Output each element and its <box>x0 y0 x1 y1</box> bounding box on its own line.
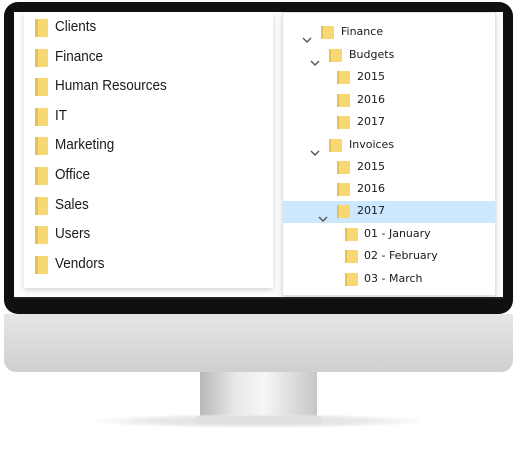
tree-node-invoices[interactable]: Invoices <box>283 135 495 157</box>
tree-node-label: Budgets <box>349 48 395 61</box>
tree-node-finance[interactable]: Finance <box>283 22 495 44</box>
folder-icon <box>329 49 342 62</box>
tree-node-01-january[interactable]: 01 - January <box>283 224 495 246</box>
tree-node-label: 2017 <box>357 204 385 217</box>
folder-item-label: Users <box>55 225 91 242</box>
folder-item-marketing[interactable]: Marketing <box>24 132 273 160</box>
folder-icon <box>337 94 350 107</box>
tree-node-budgets-2017[interactable]: 2017 <box>283 112 495 134</box>
tree-node-budgets-2015[interactable]: 2015 <box>283 67 495 89</box>
chevron-down-icon[interactable] <box>318 208 328 222</box>
folder-item-office[interactable]: Office <box>24 162 273 190</box>
tree-node-label: 2015 <box>357 70 385 83</box>
tree-node-02-february[interactable]: 02 - February <box>283 246 495 268</box>
tree-node-03-march[interactable]: 03 - March <box>283 269 495 291</box>
folder-item-label: Marketing <box>55 136 115 153</box>
chevron-down-icon[interactable] <box>310 52 320 66</box>
folder-icon <box>35 197 48 215</box>
tree-node-invoices-2015[interactable]: 2015 <box>283 157 495 179</box>
folder-icon <box>35 19 48 37</box>
folder-icon <box>337 71 350 84</box>
folder-icon <box>337 205 350 218</box>
tree-node-invoices-2016[interactable]: 2016 <box>283 179 495 201</box>
folder-tree-panel: Finance Budgets 2015 2016 2017 Invoices … <box>282 12 496 296</box>
folder-icon <box>35 49 48 67</box>
screen-bottom-edge <box>14 297 503 299</box>
chevron-down-icon[interactable] <box>302 29 312 43</box>
folder-item-it[interactable]: IT <box>24 103 273 131</box>
folder-icon <box>35 78 48 96</box>
folder-item-users[interactable]: Users <box>24 221 273 249</box>
folder-icon <box>337 183 350 196</box>
folder-item-sales[interactable]: Sales <box>24 192 273 220</box>
monitor-stand-base <box>196 416 321 424</box>
folder-item-label: Vendors <box>55 255 105 272</box>
tree-node-label: Invoices <box>349 138 395 151</box>
folder-item-label: Office <box>55 166 91 183</box>
folder-icon <box>337 116 350 129</box>
folder-item-label: Clients <box>55 18 97 35</box>
folder-list-panel: Clients Finance Human Resources IT Marke… <box>24 12 273 288</box>
tree-node-label: 2016 <box>357 182 385 195</box>
monitor-stand-neck <box>200 372 317 418</box>
folder-icon <box>35 137 48 155</box>
tree-node-label: 2016 <box>357 93 385 106</box>
tree-node-label: 2015 <box>357 160 385 173</box>
folder-icon <box>345 228 358 241</box>
folder-icon <box>337 161 350 174</box>
tree-node-label: 03 - March <box>364 272 423 285</box>
folder-item-label: IT <box>55 107 68 124</box>
tree-node-label: 01 - January <box>364 227 431 240</box>
folder-icon <box>321 26 334 39</box>
folder-icon <box>345 250 358 263</box>
monitor-chin <box>4 314 513 372</box>
monitor-screen: Clients Finance Human Resources IT Marke… <box>14 12 503 297</box>
tree-node-label: Finance <box>341 25 384 38</box>
chevron-down-icon[interactable] <box>310 142 320 156</box>
folder-item-human-resources[interactable]: Human Resources <box>24 73 273 101</box>
folder-item-finance[interactable]: Finance <box>24 44 273 72</box>
tree-node-budgets[interactable]: Budgets <box>283 45 495 67</box>
folder-item-label: Human Resources <box>55 77 167 94</box>
folder-icon <box>329 139 342 152</box>
folder-icon <box>35 167 48 185</box>
tree-node-label: 2017 <box>357 115 385 128</box>
folder-icon <box>35 108 48 126</box>
folder-icon <box>35 256 48 274</box>
tree-node-budgets-2016[interactable]: 2016 <box>283 90 495 112</box>
folder-item-clients[interactable]: Clients <box>24 14 273 42</box>
tree-node-invoices-2017[interactable]: 2017 <box>283 201 495 223</box>
folder-item-label: Finance <box>55 48 104 65</box>
folder-icon <box>35 226 48 244</box>
tree-node-label: 02 - February <box>364 249 438 262</box>
folder-icon <box>345 273 358 286</box>
folder-item-label: Sales <box>55 196 89 213</box>
folder-item-vendors[interactable]: Vendors <box>24 251 273 279</box>
